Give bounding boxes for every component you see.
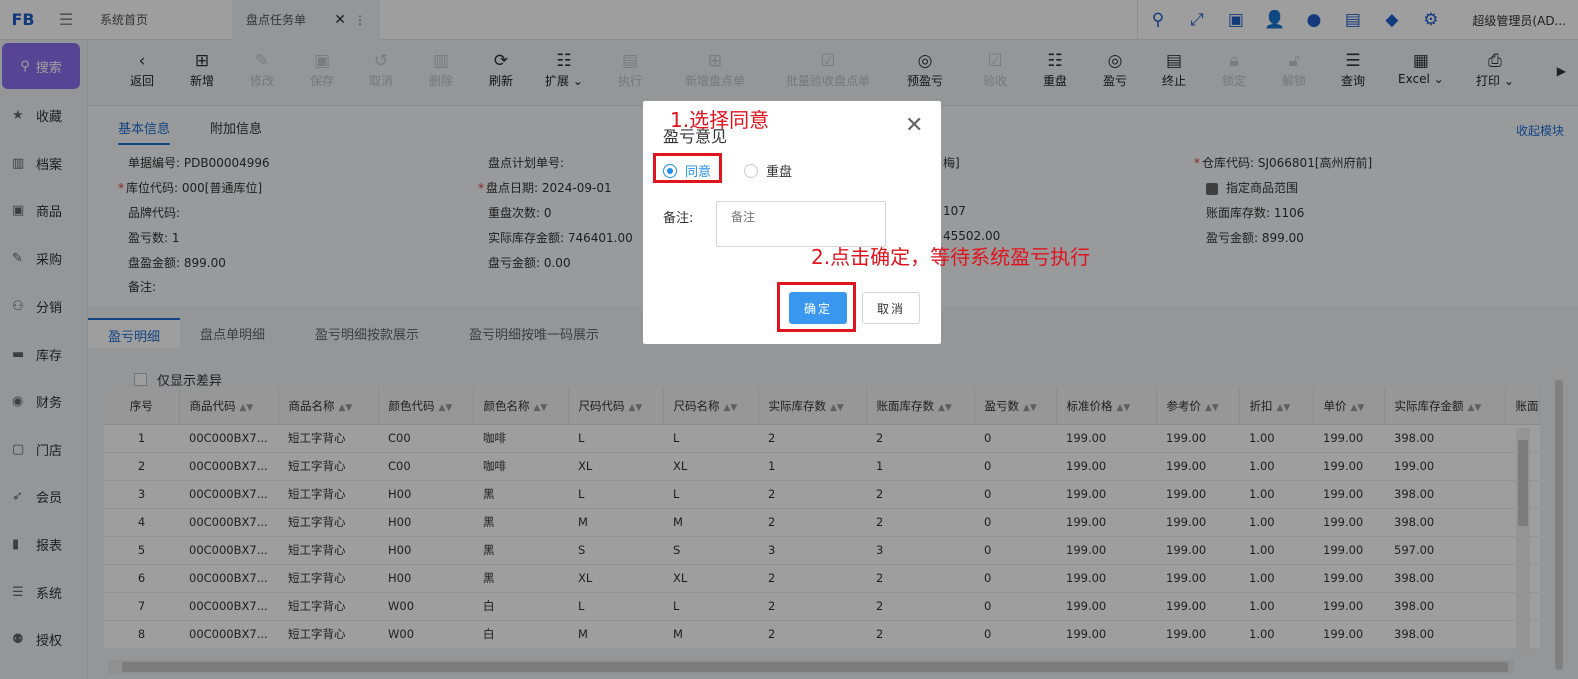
radio-dot[interactable] [744, 163, 758, 178]
highlight-box-confirm [777, 282, 856, 332]
remark-label: 备注: [663, 211, 694, 226]
radio-recount[interactable]: 重盘 [744, 161, 792, 180]
annotation-step1: 1.选择同意 [670, 108, 770, 132]
close-icon[interactable]: ✕ [905, 115, 923, 137]
highlight-box-agree [653, 153, 722, 183]
cancel-button[interactable]: 取消 [862, 292, 920, 324]
radio-recount-label: 重盘 [766, 165, 793, 180]
annotation-step2: 2.点击确定，等待系统盈亏执行 [811, 245, 1091, 269]
